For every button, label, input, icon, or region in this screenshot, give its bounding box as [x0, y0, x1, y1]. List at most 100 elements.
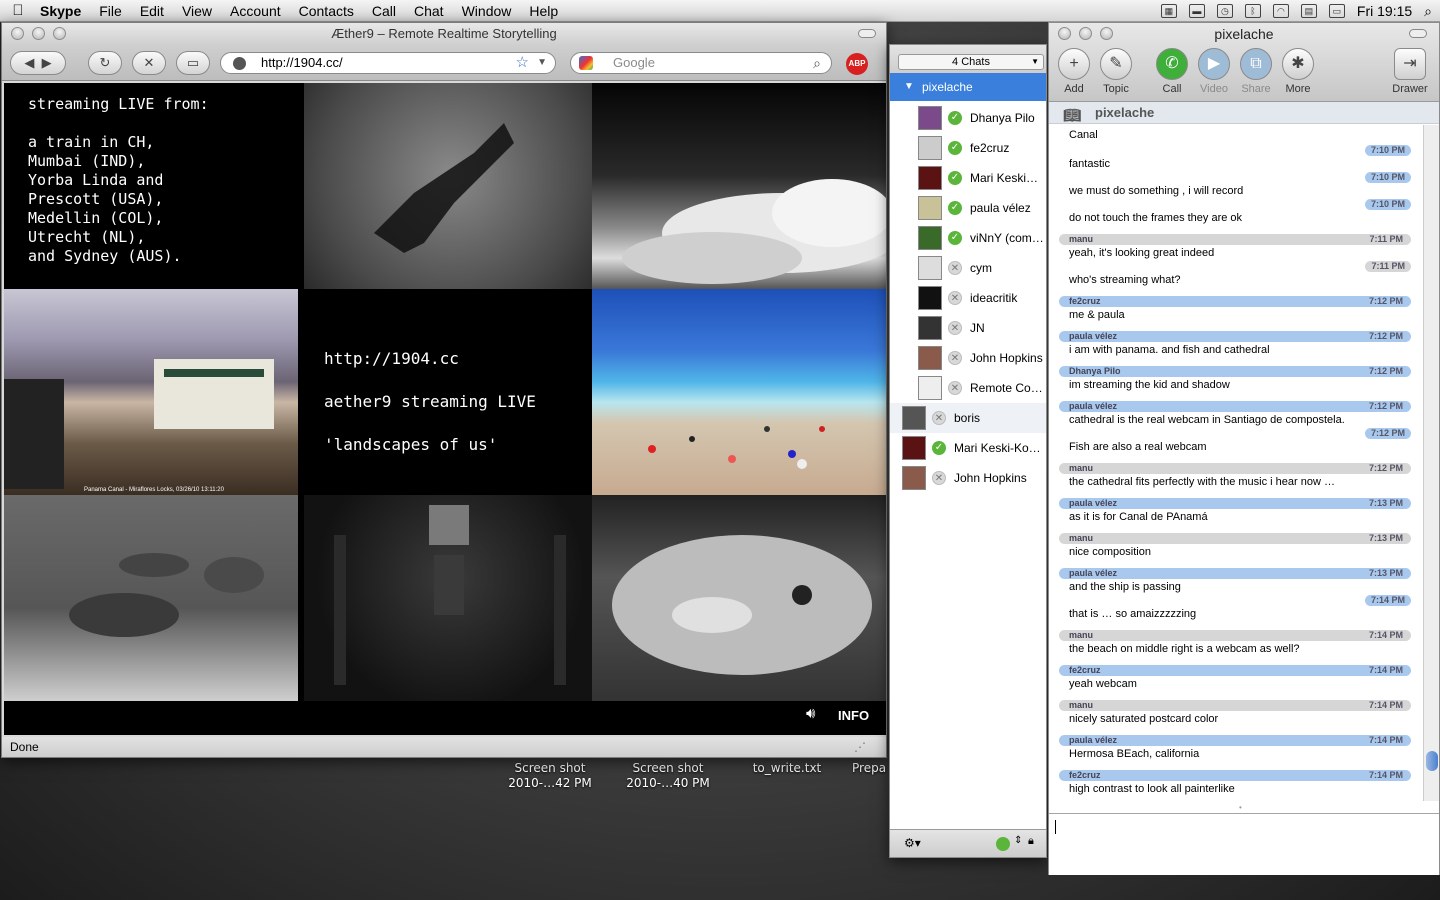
avatar	[918, 166, 942, 190]
lock-icon[interactable]: 🔒︎	[1028, 835, 1034, 848]
chat-member-row[interactable]: ✕ ideacritik	[890, 283, 1046, 313]
chat-member-row[interactable]: ✓ viNnY (com…	[890, 223, 1046, 253]
menu-contacts[interactable]: Contacts	[290, 3, 363, 19]
video-icon: ▶	[1198, 48, 1230, 80]
message-sender: manu	[1069, 700, 1094, 710]
wifi-icon[interactable]: ◠	[1272, 4, 1289, 18]
toolbar-toggle-button[interactable]	[1409, 29, 1427, 38]
back-icon[interactable]: ◀	[24, 55, 34, 70]
chat-member-row[interactable]: ✕ John Hopkins	[890, 343, 1046, 373]
apple-icon[interactable]: 	[0, 2, 36, 19]
bluetooth-icon[interactable]: ᛒ	[1244, 4, 1261, 18]
chat-row[interactable]: ✓ Mari Keski-Ko…	[890, 433, 1046, 463]
menu-app-name[interactable]: Skype	[36, 3, 90, 19]
message-text: that is … so amaizzzzzing	[1069, 608, 1197, 620]
chat-member-row[interactable]: ✓ Mari Keski…	[890, 163, 1046, 193]
chat-row[interactable]: ✕ boris	[890, 403, 1046, 433]
desktop-file-screenshot-1[interactable]: Screen shot 2010-…42 PM	[500, 761, 600, 791]
zoom-button[interactable]	[53, 27, 66, 40]
desktop-file-prepa[interactable]: Prepa	[852, 761, 888, 776]
volume-icon[interactable]: 🔊︎	[806, 705, 815, 722]
search-icon[interactable]: ⌕	[813, 53, 821, 73]
menu-chat[interactable]: Chat	[405, 3, 453, 19]
message-time: 7:14 PM	[1364, 595, 1411, 606]
address-bar[interactable]: http://1904.cc/ ☆ ▼	[220, 52, 556, 74]
address-url[interactable]: http://1904.cc/	[261, 55, 343, 70]
scrollbar-thumb[interactable]	[1426, 751, 1438, 771]
spotlight-icon[interactable]: ⌕	[1424, 3, 1432, 20]
menu-account[interactable]: Account	[221, 3, 290, 19]
conversation-name: pixelache	[1095, 105, 1155, 120]
spaces-icon[interactable]: ▦	[1160, 4, 1177, 18]
member-name: viNnY (com…	[970, 231, 1044, 245]
scrollbar[interactable]	[1423, 125, 1439, 801]
info-link[interactable]: INFO	[838, 708, 869, 723]
chat-member-row[interactable]: ✓ fe2cruz	[890, 133, 1046, 163]
desktop-file-to-write[interactable]: to_write.txt	[740, 761, 834, 776]
gear-icon[interactable]: ⚙▾	[904, 836, 921, 850]
chat-member-row[interactable]: ✕ Remote Co…	[890, 373, 1046, 403]
menu-file[interactable]: File	[90, 3, 131, 19]
minimize-button[interactable]	[32, 27, 45, 40]
menu-bar:  Skype File Edit View Account Contacts …	[0, 0, 1440, 22]
menu-clock[interactable]: Fri 19:15	[1357, 3, 1412, 19]
forward-icon[interactable]: ▶	[42, 55, 52, 70]
chat-group-pixelache[interactable]: ▼ pixelache	[890, 73, 1046, 101]
message-time: 7:12 PM	[1368, 463, 1403, 473]
google-icon[interactable]	[579, 56, 593, 70]
more-button[interactable]: ✱ More	[1273, 48, 1323, 95]
message-sender: paula vélez	[1069, 331, 1118, 341]
message-input[interactable]	[1049, 813, 1439, 875]
message-header-bar: manu 7:11 PM	[1059, 234, 1411, 245]
status-stepper-icon[interactable]: ⇕	[1014, 835, 1022, 846]
browser-title-bar[interactable]: Æther9 – Remote Realtime Storytelling	[2, 23, 886, 45]
close-button[interactable]	[11, 27, 24, 40]
status-icon: ✓	[948, 141, 962, 155]
book-icon[interactable]: 📖︎	[1063, 104, 1081, 126]
disclosure-triangle-icon[interactable]: ▼	[904, 73, 914, 101]
text-cursor	[1055, 820, 1056, 834]
back-forward-buttons[interactable]: ◀ ▶	[10, 51, 66, 75]
stop-button[interactable]: ✕	[132, 51, 166, 75]
menu-call[interactable]: Call	[363, 3, 405, 19]
drawer-button[interactable]: ⇥ Drawer	[1385, 48, 1435, 95]
menu-edit[interactable]: Edit	[131, 3, 173, 19]
time-machine-icon[interactable]: ◷	[1216, 4, 1233, 18]
chat-member-row[interactable]: ✕ cym	[890, 253, 1046, 283]
input-menu-icon[interactable]: ▤	[1300, 4, 1317, 18]
chevron-down-icon[interactable]: ▼	[537, 53, 547, 73]
desktop-file-label: 2010-…40 PM	[626, 776, 710, 790]
chats-count-dropdown[interactable]: 4 Chats ▼	[898, 54, 1044, 70]
status-icon: ✕	[932, 471, 946, 485]
home-button[interactable]: ▭	[176, 51, 210, 75]
panama-webcam-tile: Panama Canal - Miraflores Locks, 03/26/1…	[4, 289, 298, 495]
center-line: aether9 streaming LIVE	[324, 392, 536, 411]
display-icon[interactable]: ▬	[1188, 4, 1205, 18]
menu-view[interactable]: View	[173, 3, 221, 19]
chat-row[interactable]: ✕ John Hopkins	[890, 463, 1046, 493]
online-status-icon[interactable]	[996, 837, 1010, 851]
resize-grip-icon[interactable]: ⋰	[854, 737, 866, 757]
battery-icon[interactable]: ▭	[1328, 4, 1345, 18]
status-icon: ✓	[948, 201, 962, 215]
page-content: streaming LIVE from: a train in CH, Mumb…	[4, 83, 886, 735]
search-field[interactable]: Google ⌕	[570, 52, 832, 74]
reload-button[interactable]: ↻	[88, 51, 122, 75]
center-link[interactable]: http://1904.cc	[324, 349, 598, 368]
chat-member-row[interactable]: ✕ JN	[890, 313, 1046, 343]
toolbar-label: Call	[1162, 83, 1182, 95]
desktop-file-label: Prepa	[852, 761, 887, 775]
chat-member-row[interactable]: ✓ Dhanya Pilo	[890, 103, 1046, 133]
message-time: 7:14 PM	[1368, 630, 1403, 640]
menu-window[interactable]: Window	[453, 3, 521, 19]
bookmark-star-icon[interactable]: ☆	[516, 53, 529, 73]
adblock-icon[interactable]: ABP	[846, 53, 868, 75]
menu-help[interactable]: Help	[520, 3, 567, 19]
topic-button[interactable]: ✎ Topic	[1091, 48, 1141, 95]
message-sender: Dhanya Pilo	[1069, 366, 1121, 376]
splitter-handle-icon[interactable]: •	[1239, 803, 1242, 812]
toolbar-toggle-button[interactable]	[858, 29, 876, 38]
desktop-file-screenshot-2[interactable]: Screen shot 2010-…40 PM	[618, 761, 718, 791]
chat-member-row[interactable]: ✓ paula vélez	[890, 193, 1046, 223]
status-icon: ✓	[948, 111, 962, 125]
